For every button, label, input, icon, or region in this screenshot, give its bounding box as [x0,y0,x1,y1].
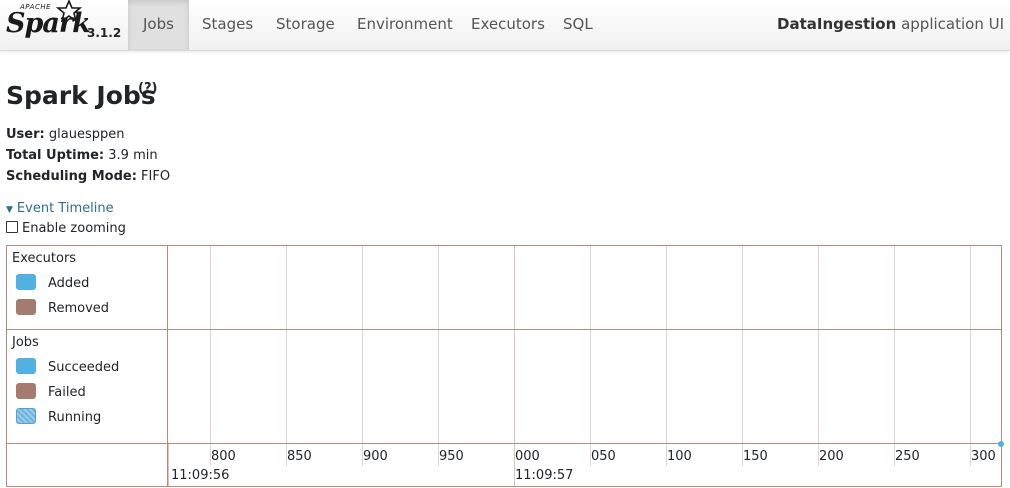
legend-executor-added-label: Added [48,276,90,291]
enable-zooming-checkbox[interactable] [6,221,18,233]
scheduling-mode-value: FIFO [141,169,171,184]
jobs-group: Jobs Succeeded Failed Running [7,330,168,444]
axis-tick: 950 [439,449,464,464]
failed-swatch [16,383,36,399]
removed-swatch [16,299,36,315]
event-timeline-label: Event Timeline [16,201,114,216]
user-row: User: glauesppen [6,124,170,145]
page-title: Spark Jobs [6,81,156,110]
running-swatch [16,408,36,424]
axis-tick: 150 [743,449,768,464]
help-link[interactable]: (?) [138,81,157,96]
app-title: DataIngestion application UI [777,0,1004,49]
app-name: DataIngestion [777,15,897,33]
event-timeline-toggle[interactable]: ▼ Event Timeline [6,201,114,216]
user-value: glauesppen [48,127,125,142]
navbar: APACHE Spark 3.1.2 Jobs Stages Storage E… [0,0,1010,51]
axis-tick: 900 [363,449,388,464]
added-swatch [16,274,36,290]
tab-storage[interactable]: Storage [261,0,350,50]
timeline-gridline [590,246,591,466]
timeline-gridline [818,246,819,466]
scheduling-mode-label: Scheduling Mode: [6,169,137,184]
app-suffix: application UI [901,15,1004,33]
timeline-gridline [666,246,667,466]
axis-major-label: 11:09:57 [515,468,574,483]
spark-star-icon [56,0,82,22]
timeline-gridline [210,246,211,466]
jobs-group-title: Jobs [12,335,39,350]
tab-sql[interactable]: SQL [548,0,608,50]
timeline-current-marker [998,441,1004,447]
enable-zooming-label: Enable zooming [22,221,126,236]
caret-down-icon: ▼ [6,205,13,215]
axis-tick: 000 [515,449,540,464]
tab-jobs[interactable]: Jobs [128,0,189,50]
succeeded-swatch [16,358,36,374]
scheduling-mode-row: Scheduling Mode: FIFO [6,166,170,187]
timeline-gridline [970,246,971,466]
timeline-divider [168,329,1001,330]
executors-group: Executors Added Removed [7,246,168,330]
event-timeline[interactable]: Executors Added Removed Jobs Succeeded F… [6,245,1004,487]
legend-job-running: Running [16,408,101,426]
enable-zooming-row[interactable]: Enable zooming [6,221,126,236]
timeline-gridline [168,444,169,486]
timeline-gridline [894,246,895,466]
axis-tick: 300 [971,449,996,464]
axis-tick: 100 [667,449,692,464]
axis-tick: 800 [211,449,236,464]
timeline-axis-line [168,443,1001,444]
legend-job-running-label: Running [48,410,102,425]
uptime-label: Total Uptime: [6,148,105,163]
timeline-gridline [742,246,743,466]
job-summary: User: glauesppen Total Uptime: 3.9 min S… [6,124,170,187]
axis-label-cell [7,444,168,486]
spark-logo[interactable]: APACHE Spark 3.1.2 [4,0,124,50]
axis-tick: 200 [819,449,844,464]
tab-environment[interactable]: Environment [342,0,468,50]
legend-job-succeeded-label: Succeeded [48,360,120,375]
uptime-row: Total Uptime: 3.9 min [6,145,170,166]
legend-job-succeeded: Succeeded [16,358,119,376]
timeline-gridline [438,246,439,466]
axis-major-label: 11:09:56 [171,468,230,483]
legend-job-failed: Failed [16,383,86,401]
legend-job-failed-label: Failed [48,385,86,400]
axis-tick: 050 [591,449,616,464]
legend-executor-added: Added [16,274,89,292]
tab-stages[interactable]: Stages [187,0,268,50]
axis-tick: 250 [895,449,920,464]
timeline-gridline [362,246,363,466]
executors-group-title: Executors [12,251,77,266]
timeline-gridline [286,246,287,466]
uptime-value: 3.9 min [108,148,158,163]
spark-version: 3.1.2 [87,26,122,40]
user-label: User: [6,127,45,142]
legend-executor-removed-label: Removed [48,301,110,316]
axis-tick: 850 [287,449,312,464]
tab-executors[interactable]: Executors [456,0,560,50]
legend-executor-removed: Removed [16,299,109,317]
